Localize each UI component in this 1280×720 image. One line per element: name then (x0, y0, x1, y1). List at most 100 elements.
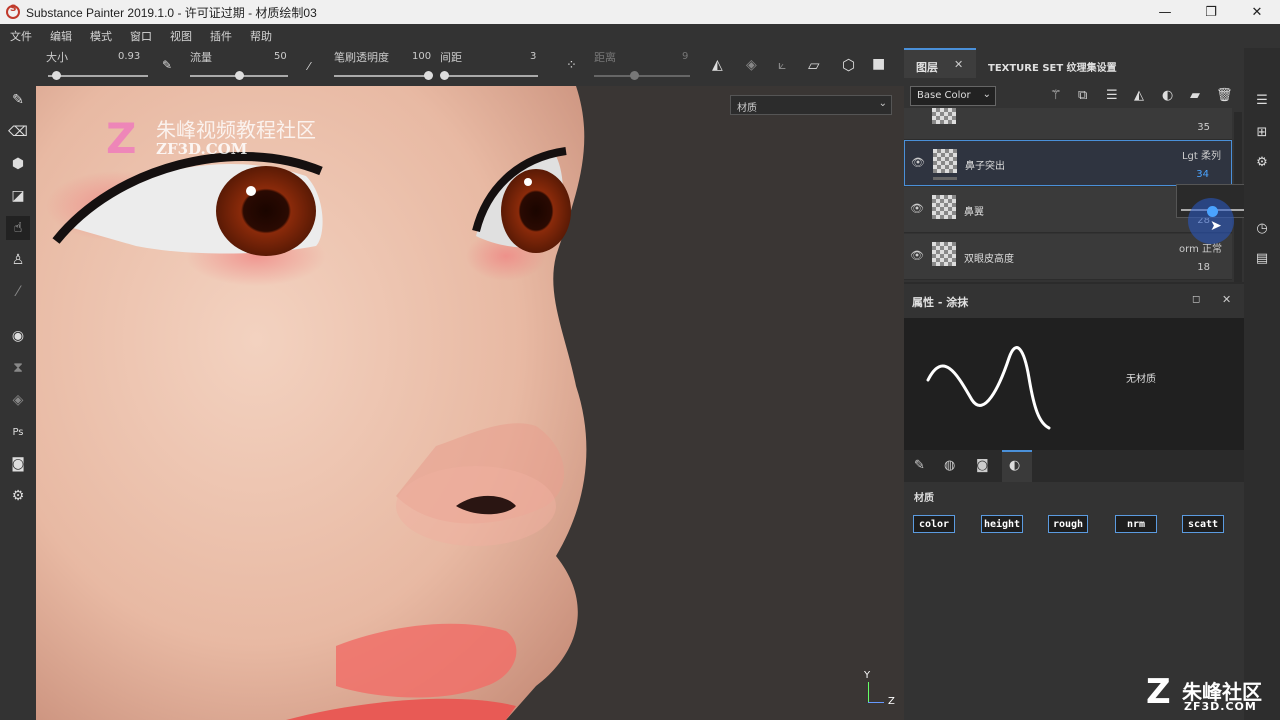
channel-height-button[interactable]: height (981, 515, 1023, 533)
size-value[interactable]: 0.93 (118, 51, 140, 62)
channel-color-button[interactable]: color (913, 515, 955, 533)
symmetry-icon[interactable]: ◭ (712, 57, 723, 73)
spacing-value[interactable]: 3 (530, 51, 536, 62)
menu-file[interactable]: 文件 (10, 28, 32, 44)
export-icon[interactable]: ◈ (6, 388, 30, 412)
projection-tool-icon[interactable]: ⬢ (6, 152, 30, 176)
spacing-slider-knob[interactable] (440, 71, 449, 80)
close-button[interactable]: ✕ (1234, 0, 1280, 24)
eraser-icon[interactable]: ⌫ (6, 120, 30, 144)
stencil-tab-icon[interactable]: ◙ (976, 458, 989, 473)
alpha-tab-icon[interactable]: ◍ (944, 458, 955, 473)
material-mode-dropdown[interactable]: 材质 ⌄ (730, 95, 892, 115)
maximize-button[interactable]: ❐ (1188, 0, 1234, 24)
flow-label: 流量 (190, 51, 212, 64)
iray-icon[interactable]: ⧗ (6, 356, 30, 380)
camera-icon[interactable]: ■ (872, 56, 885, 72)
distance-slider-knob[interactable] (630, 71, 639, 80)
close-tab-icon[interactable]: ✕ (954, 58, 963, 71)
layer-name[interactable]: 鼻翼 (964, 203, 984, 218)
layer-opacity[interactable]: 18 (1197, 262, 1210, 273)
eye-icon[interactable]: 👁 (910, 202, 924, 215)
layer-thumbnail (932, 195, 956, 219)
projection-icon[interactable]: ⟀ (778, 57, 786, 73)
layer-opacity[interactable]: 34 (1196, 169, 1209, 180)
distance-slider[interactable] (594, 75, 690, 77)
channel-dropdown[interactable]: Base Color ⌄ (910, 86, 996, 106)
menu-mode[interactable]: 模式 (90, 28, 112, 44)
add-effect-icon[interactable]: ⧉ (1078, 88, 1087, 103)
flow-slider-knob[interactable] (235, 71, 244, 80)
channel-scatt-button[interactable]: scatt (1182, 515, 1224, 533)
brush-opacity-slider-knob[interactable] (424, 71, 433, 80)
size-slider-knob[interactable] (52, 71, 61, 80)
brush-tab-icon[interactable]: ✎ (914, 458, 925, 473)
size-slider[interactable] (48, 75, 148, 77)
menu-view[interactable]: 视图 (170, 28, 192, 44)
share-icon[interactable]: ◙ (6, 452, 30, 476)
magic-wand-icon[interactable]: ⚚ (1050, 88, 1062, 103)
layer-thumbnail (932, 242, 956, 266)
tab-texture-set[interactable]: TEXTURE SET 纹理集设置 (988, 59, 1117, 74)
float-panel-icon[interactable]: ◻ (1192, 294, 1200, 305)
layer-row-partial[interactable]: 35 (904, 108, 1232, 140)
layer-row[interactable]: 👁 鼻子突出 Lgt 柔列 34 (904, 140, 1232, 186)
channel-rough-button[interactable]: rough (1048, 515, 1088, 533)
color-picker-icon[interactable]: ⁄ (6, 280, 30, 304)
viewport-settings-icon[interactable]: ▱ (808, 56, 820, 74)
texture-set-list-icon[interactable]: ⊞ (1252, 122, 1272, 142)
close-panel-icon[interactable]: ✕ (1222, 293, 1231, 306)
layer-name[interactable]: 鼻子突出 (965, 157, 1005, 172)
shelf-icon[interactable]: ☰ (1252, 90, 1272, 110)
display-settings-icon[interactable]: ⚙ (1252, 152, 1272, 172)
add-mask-icon[interactable]: ◐ (1162, 88, 1173, 103)
axis-z-line (868, 702, 884, 703)
clone-stamp-icon[interactable]: ♙ (6, 248, 30, 272)
distance-value[interactable]: 9 (682, 51, 688, 62)
smudge-tool-icon[interactable]: ☝ (6, 216, 30, 240)
opacity-popup-knob[interactable] (1207, 206, 1218, 217)
paint-brush-icon[interactable]: ✎ (6, 88, 30, 112)
flow-value[interactable]: 50 (274, 51, 287, 62)
eye-icon[interactable]: 👁 (910, 249, 924, 262)
layer-name[interactable]: 双眼皮高度 (964, 250, 1014, 265)
display-mode-icon[interactable]: ⬡ (842, 56, 855, 74)
symmetry-settings-icon[interactable]: ◈ (746, 57, 757, 73)
menu-window[interactable]: 窗口 (130, 28, 152, 44)
layer-blend-mode[interactable]: Lgt 柔列 (1182, 147, 1221, 162)
add-folder-icon[interactable]: ▰ (1190, 88, 1200, 103)
channel-nrm-button[interactable]: nrm (1115, 515, 1157, 533)
menu-help[interactable]: 帮助 (250, 28, 272, 44)
layer-row[interactable]: 👁 双眼皮高度 orm 正常 18 (904, 234, 1232, 280)
brush-opacity-slider[interactable] (334, 75, 430, 77)
substance-painter-logo-icon (6, 4, 20, 19)
layer-mask-bar (933, 177, 957, 180)
tab-layers[interactable]: 图层 ✕ (904, 48, 976, 78)
layer-opacity[interactable]: 35 (1197, 122, 1210, 133)
3d-viewport[interactable]: 材质 ⌄ Z 朱峰视频教程社区 ZF3D.COM Y Z (36, 86, 904, 720)
photoshop-icon[interactable]: Ps (6, 420, 30, 444)
bake-icon[interactable]: ◉ (6, 324, 30, 348)
log-icon[interactable]: ▤ (1252, 248, 1272, 268)
settings-icon[interactable]: ⚙ (6, 484, 30, 508)
polygon-fill-icon[interactable]: ◪ (6, 184, 30, 208)
menu-edit[interactable]: 编辑 (50, 28, 72, 44)
lazy-mouse-icon[interactable]: ⁘ (566, 58, 577, 73)
history-icon[interactable]: ◷ (1252, 218, 1272, 238)
brush-icon[interactable]: ✎ (162, 58, 172, 72)
menu-bar: 文件 编辑 模式 窗口 视图 插件 帮助 (0, 24, 1280, 48)
delete-layer-icon[interactable]: 🗑 (1216, 88, 1233, 103)
brush-opacity-label: 笔刷透明度 (334, 51, 389, 64)
menu-plugins[interactable]: 插件 (210, 28, 232, 44)
brush-opacity-value[interactable]: 100 (412, 51, 431, 62)
add-fill-layer-icon[interactable]: ◭ (1134, 88, 1144, 103)
eye-icon[interactable]: 👁 (911, 156, 925, 169)
minimize-button[interactable]: — (1142, 0, 1188, 24)
add-layer-icon[interactable]: ☰ (1106, 88, 1118, 103)
spacing-slider[interactable] (442, 75, 538, 77)
material-tab[interactable]: ◐ (1002, 450, 1032, 482)
pen-pressure-icon[interactable]: ⁄ (308, 60, 310, 73)
watermark-text-cn: 朱峰视频教程社区 (156, 118, 316, 142)
properties-tabs: ✎ ◍ ◙ ◐ (904, 450, 1244, 482)
properties-panel: 属性 - 涂抹 ◻ ✕ 无材质 ✎ ◍ ◙ ◐ 材质 color height … (904, 284, 1244, 720)
